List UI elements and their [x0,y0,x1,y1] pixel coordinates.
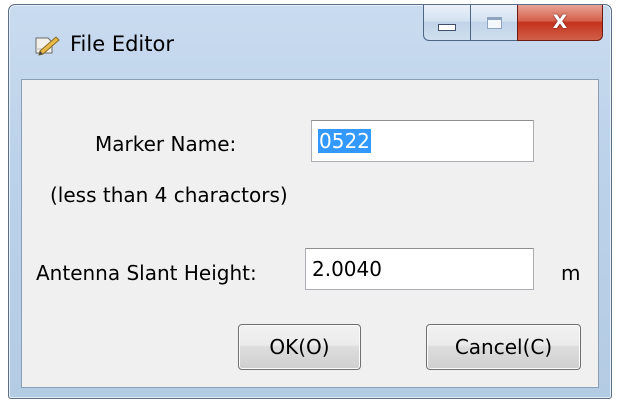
minimize-button[interactable] [423,5,471,41]
ok-button[interactable]: OK(O) [238,324,361,370]
title-bar[interactable]: File Editor X [9,5,611,79]
file-editor-window: File Editor X Marker Name: 0522 (less th… [8,4,612,399]
edit-file-icon [34,33,60,57]
marker-name-input[interactable]: 0522 [311,120,534,162]
marker-name-hint: (less than 4 charactors) [50,183,288,207]
minimize-icon [438,24,456,31]
close-icon: X [552,11,568,33]
antenna-slant-height-input[interactable]: 2.0040 [305,248,534,290]
marker-name-value: 0522 [318,129,371,153]
close-button[interactable]: X [517,5,603,41]
maximize-button[interactable] [470,5,518,41]
cancel-button[interactable]: Cancel(C) [426,324,581,370]
caption-buttons: X [423,5,603,41]
antenna-unit-label: m [561,261,581,285]
dialog-body: Marker Name: 0522 (less than 4 charactor… [21,79,599,388]
window-title: File Editor [70,32,174,56]
maximize-icon [486,16,502,29]
antenna-slant-height-value: 2.0040 [312,257,382,281]
antenna-slant-height-label: Antenna Slant Height: [36,261,257,285]
marker-name-label: Marker Name: [95,132,237,156]
